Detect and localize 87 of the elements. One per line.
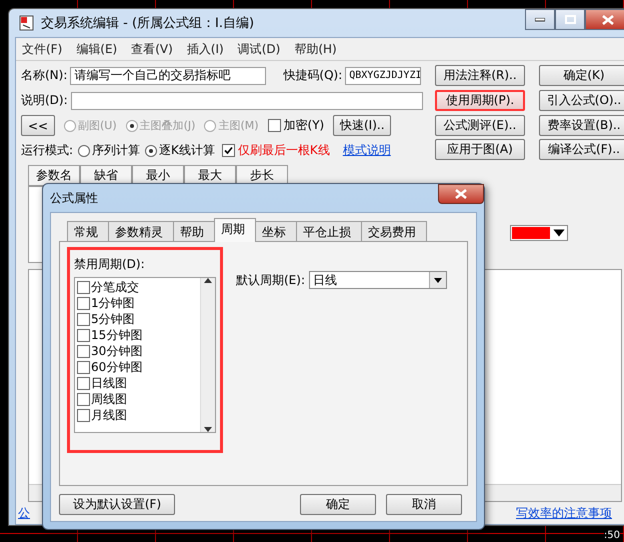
collapse-button[interactable]: << — [21, 115, 55, 136]
close-icon — [602, 14, 614, 24]
default-period-dropdown[interactable]: 日线 — [309, 271, 447, 289]
shortcut-field[interactable]: QBXYGZJDJYZI — [345, 66, 422, 84]
color-picker[interactable] — [510, 225, 568, 241]
minimize-icon — [535, 18, 545, 22]
radio-label: 副图(U) — [78, 118, 117, 133]
tab[interactable]: 帮助 — [173, 221, 215, 241]
shortcut-label: 快捷码(Q): — [283, 67, 342, 84]
description-field[interactable] — [70, 92, 423, 110]
period-label: 5分钟图 — [91, 310, 135, 328]
menu-item[interactable]: 帮助(H) — [294, 41, 337, 57]
encrypt-label: 加密(Y) — [284, 117, 324, 134]
checkbox[interactable] — [77, 280, 90, 294]
radio-label: 逐K线计算 — [159, 142, 215, 159]
menu-item[interactable]: 调试(D) — [238, 41, 280, 57]
name-field[interactable]: 请编写一个自己的交易指标吧 — [70, 66, 266, 84]
menu-item[interactable]: 插入(I) — [186, 41, 224, 57]
disabled-periods-label: 禁用周期(D): — [74, 257, 145, 271]
period-label: 周线图 — [91, 390, 127, 408]
help-link[interactable]: 写效率的注意事项 — [516, 505, 612, 522]
side-button[interactable]: 确定(K) — [539, 65, 624, 86]
tab[interactable]: 交易费用 — [361, 221, 427, 241]
checkbox[interactable] — [222, 144, 235, 157]
side-button[interactable]: 用法注释(R).. — [435, 65, 525, 86]
tab[interactable]: 参数精灵 — [108, 221, 174, 241]
checkbox[interactable] — [77, 392, 90, 406]
radio-label: 主图叠加(J) — [140, 118, 196, 133]
side-button[interactable]: 公式测评(E).. — [435, 114, 525, 136]
side-button[interactable]: 编译公式(F).. — [539, 139, 624, 160]
checkbox[interactable] — [268, 119, 281, 132]
default-period-label: 默认周期(E): — [236, 272, 305, 288]
name-label: 名称(N): — [21, 67, 68, 84]
minimize-button[interactable] — [525, 9, 555, 30]
run-mode-label: 运行模式: — [21, 142, 74, 159]
period-label: 月线图 — [91, 406, 127, 424]
checkbox[interactable] — [77, 408, 90, 422]
dialog-button[interactable]: 确定 — [300, 494, 376, 515]
period-label: 60分钟图 — [91, 358, 142, 376]
close-button[interactable] — [585, 9, 624, 30]
checkbox[interactable] — [77, 312, 90, 326]
side-button[interactable]: 使用周期(P). — [435, 90, 525, 111]
column-header: 参数名 — [28, 165, 80, 186]
description-label: 说明(D): — [21, 92, 68, 109]
dialog-button[interactable]: 取消 — [386, 494, 462, 515]
refresh-last-label: 仅刷最后一根K线 — [238, 142, 330, 159]
quick-button[interactable]: 快速(I).. — [333, 115, 392, 136]
menu-item[interactable]: 文件(F) — [22, 41, 62, 57]
checkbox[interactable] — [77, 296, 90, 310]
scroll-up-icon[interactable] — [204, 278, 212, 283]
radio-label: 序列计算 — [92, 142, 140, 159]
window-title: 交易系统编辑 - (所属公式组：I.自编) — [41, 15, 256, 32]
dialog-button[interactable]: 设为默认设置(F) — [59, 494, 175, 515]
side-button[interactable]: 应用于图(A) — [435, 139, 525, 160]
dialog-title: 公式属性 — [50, 190, 99, 206]
tab[interactable]: 常规 — [67, 221, 109, 241]
menu-item[interactable]: 编辑(E) — [76, 41, 118, 57]
radio-button[interactable] — [78, 144, 90, 156]
scroll-down-icon[interactable] — [204, 427, 212, 432]
dropdown-arrow-icon — [552, 228, 566, 238]
close-icon — [455, 189, 467, 199]
period-label: 分笔成交 — [91, 278, 139, 296]
period-label: 1分钟图 — [91, 294, 135, 312]
checkbox[interactable] — [77, 376, 90, 390]
menu-item[interactable]: 查看(V) — [131, 41, 173, 57]
period-label: 15分钟图 — [91, 326, 142, 344]
period-list[interactable]: 分笔成交 1分钟图 5分钟图 15分钟图 30分钟图 60分钟图 日线图 周线图 月线图 — [74, 277, 216, 433]
app-icon — [19, 15, 35, 31]
tab[interactable]: 坐标 — [255, 221, 297, 241]
radio-button[interactable] — [145, 144, 158, 156]
checkbox[interactable] — [77, 344, 90, 358]
checkbox[interactable] — [77, 360, 90, 374]
period-label: 30分钟图 — [91, 342, 142, 360]
help-link[interactable]: 公 — [18, 505, 30, 522]
mode-help-link[interactable]: 模式说明 — [342, 142, 391, 159]
close-button[interactable] — [438, 184, 484, 204]
maximize-button[interactable] — [555, 9, 585, 30]
maximize-icon — [564, 15, 576, 24]
checkbox[interactable] — [77, 328, 90, 342]
radio-label: 主图(M) — [218, 118, 259, 133]
side-button[interactable]: 引入公式(O).. — [539, 90, 624, 111]
dropdown-arrow-icon — [433, 276, 443, 284]
tab[interactable]: 周期 — [214, 218, 256, 242]
tab[interactable]: 平仓止损 — [296, 221, 362, 241]
period-label: 日线图 — [91, 374, 127, 392]
side-button[interactable]: 费率设置(B).. — [539, 114, 624, 136]
scrollbar[interactable] — [200, 278, 215, 432]
